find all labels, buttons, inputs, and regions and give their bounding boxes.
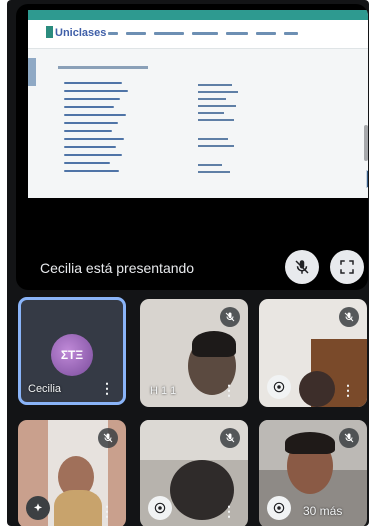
more-options-icon[interactable]: ⋮ <box>222 504 236 518</box>
participant-tile-overflow[interactable]: 30 más <box>259 420 367 526</box>
shared-web-page: Uniclases <box>28 10 368 198</box>
more-options-icon[interactable]: ⋮ <box>222 383 236 397</box>
presenter-label: Cecilia está presentando <box>40 260 195 276</box>
participant-video-hair <box>192 331 236 357</box>
pin-icon[interactable] <box>267 496 291 520</box>
pin-icon[interactable] <box>267 375 291 399</box>
pin-icon[interactable] <box>148 496 172 520</box>
participant-name: H 1 1 <box>150 385 177 397</box>
mic-off-icon <box>220 428 240 448</box>
fullscreen-icon <box>340 260 354 274</box>
page-heading <box>58 66 148 69</box>
page-top-bar <box>28 10 368 20</box>
scrollbar[interactable] <box>364 125 368 161</box>
more-options-icon[interactable]: ⋮ <box>100 381 114 395</box>
participant-name: Cecilia <box>28 383 62 395</box>
participant-video-hair <box>285 432 335 454</box>
mic-off-icon <box>98 428 118 448</box>
participant-tile[interactable]: ⋮ <box>259 299 367 407</box>
page-thumbnail <box>366 170 368 188</box>
mute-presentation-button[interactable] <box>285 250 319 284</box>
participant-video-body <box>54 490 102 526</box>
effects-icon[interactable] <box>26 496 50 520</box>
mic-off-icon <box>295 260 309 274</box>
participant-tile-cecilia[interactable]: ΣΤΞ Cecilia ⋮ <box>18 297 126 405</box>
screen-share-view[interactable]: Uniclases Cecilia está presentando <box>16 4 368 290</box>
page-link-list <box>64 82 128 178</box>
fullscreen-button[interactable] <box>330 250 364 284</box>
participant-tile[interactable]: ⋮ <box>140 420 248 526</box>
participant-video <box>299 371 335 407</box>
more-options-icon[interactable]: ⋮ <box>100 504 114 518</box>
more-options-icon[interactable]: ⋮ <box>341 383 355 397</box>
mic-off-icon <box>339 307 359 327</box>
page-sidebar-tab <box>28 58 36 86</box>
more-participants-label: 30 más <box>303 504 343 518</box>
page-right-column <box>198 84 238 178</box>
page-nav-links <box>108 32 306 36</box>
site-logo: Uniclases <box>46 26 106 39</box>
participant-tile[interactable]: ⋮ <box>18 420 126 526</box>
avatar: ΣΤΞ <box>51 334 93 376</box>
mic-off-icon <box>339 428 359 448</box>
meeting-screen: Uniclases Cecilia está presentando ΣΤΞ C… <box>7 0 369 526</box>
participant-tile[interactable]: H 1 1 ⋮ <box>140 299 248 407</box>
mic-off-icon <box>220 307 240 327</box>
